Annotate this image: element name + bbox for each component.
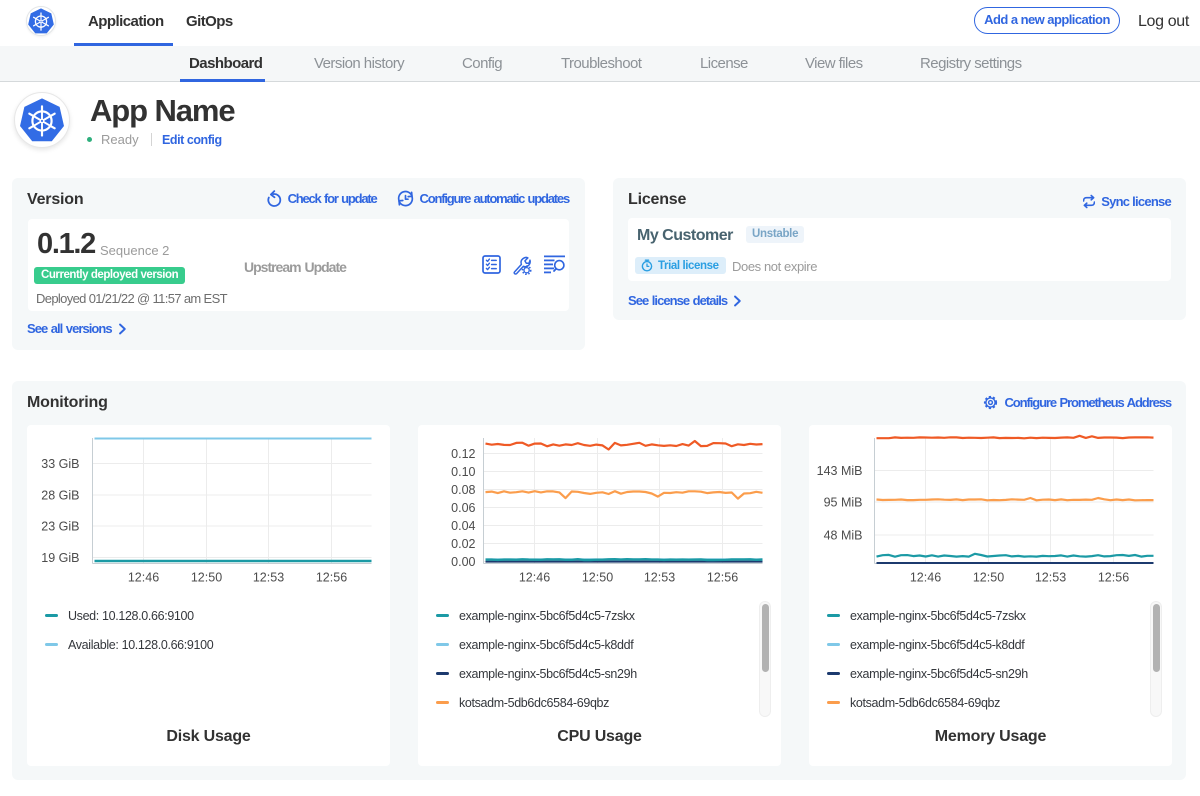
svg-text:12:46: 12:46: [519, 571, 550, 585]
svg-text:12:46: 12:46: [910, 571, 941, 585]
svg-text:33 GiB: 33 GiB: [41, 457, 79, 471]
svg-text:12:53: 12:53: [644, 571, 675, 585]
svg-text:0.04: 0.04: [451, 519, 475, 533]
svg-text:0.02: 0.02: [451, 537, 475, 551]
svg-text:12:56: 12:56: [707, 571, 738, 585]
svg-text:12:53: 12:53: [253, 571, 284, 585]
svg-text:12:46: 12:46: [128, 571, 159, 585]
svg-text:12:56: 12:56: [1098, 571, 1129, 585]
svg-text:143 MiB: 143 MiB: [817, 464, 863, 478]
svg-text:12:50: 12:50: [582, 571, 613, 585]
svg-text:12:53: 12:53: [1035, 571, 1066, 585]
svg-text:0.08: 0.08: [451, 483, 475, 497]
svg-text:95 MiB: 95 MiB: [824, 496, 863, 510]
svg-text:48 MiB: 48 MiB: [824, 529, 863, 543]
svg-text:12:50: 12:50: [973, 571, 1004, 585]
svg-text:12:56: 12:56: [316, 571, 347, 585]
svg-text:23 GiB: 23 GiB: [41, 520, 79, 534]
svg-text:0.00: 0.00: [451, 555, 475, 569]
svg-text:12:50: 12:50: [191, 571, 222, 585]
svg-text:28 GiB: 28 GiB: [41, 489, 79, 503]
svg-text:0.06: 0.06: [451, 501, 475, 515]
svg-text:0.10: 0.10: [451, 465, 475, 479]
svg-text:0.12: 0.12: [451, 447, 475, 461]
svg-text:19 GiB: 19 GiB: [41, 551, 79, 565]
